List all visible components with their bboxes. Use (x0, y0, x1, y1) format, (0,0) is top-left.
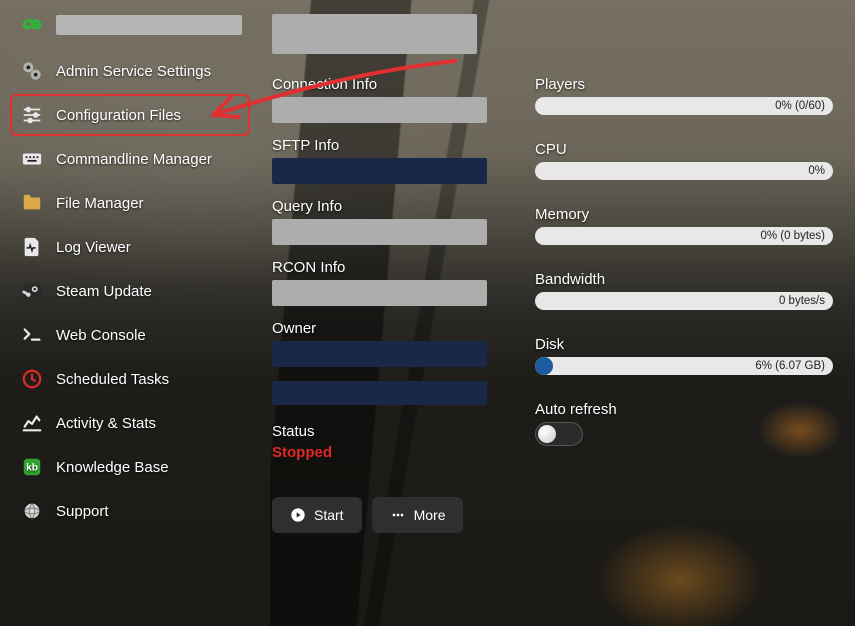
status-value: Stopped (272, 444, 487, 461)
sliders-icon (18, 104, 46, 126)
dots-icon (390, 507, 406, 523)
memory-progress-text: 0% (0 bytes) (760, 230, 825, 242)
players-progress-text: 0% (0/60) (775, 100, 825, 112)
sidebar-item-scheduled-tasks[interactable]: Scheduled Tasks (10, 358, 250, 400)
sidebar: Admin Service Settings Configuration Fil… (0, 0, 250, 626)
more-button[interactable]: More (372, 497, 464, 533)
sidebar-item-label: Web Console (56, 327, 146, 344)
disk-progress: 6% (6.07 GB) (535, 357, 833, 375)
disk-progress-text: 6% (6.07 GB) (755, 360, 825, 372)
redacted-query-value (272, 219, 487, 245)
bandwidth-label: Bandwidth (535, 271, 833, 288)
auto-refresh-label: Auto refresh (535, 401, 833, 418)
sidebar-item-label: Support (56, 503, 109, 520)
terminal-icon (18, 324, 46, 346)
rcon-info-label: RCON Info (272, 259, 487, 276)
bandwidth-progress: 0 bytes/s (535, 292, 833, 310)
sidebar-item-admin-service-settings[interactable]: Admin Service Settings (10, 50, 250, 92)
sidebar-item-log-viewer[interactable]: Log Viewer (10, 226, 250, 268)
memory-progress: 0% (0 bytes) (535, 227, 833, 245)
steam-icon (18, 280, 46, 302)
sidebar-item-label: Scheduled Tasks (56, 371, 169, 388)
chart-icon (18, 412, 46, 434)
sidebar-item-commandline-manager[interactable]: Commandline Manager (10, 138, 250, 180)
sidebar-item-support[interactable]: Support (10, 490, 250, 532)
disk-label: Disk (535, 336, 833, 353)
start-button-label: Start (314, 507, 344, 523)
sidebar-item-steam-update[interactable]: Steam Update (10, 270, 250, 312)
gear-icon (18, 60, 46, 82)
redacted-server-title (272, 14, 477, 54)
players-label: Players (535, 76, 833, 93)
sidebar-item-knowledge-base[interactable]: kb Knowledge Base (10, 446, 250, 488)
redacted-sftp-value (272, 158, 487, 184)
sidebar-item-label: Commandline Manager (56, 151, 212, 168)
folder-icon (18, 192, 46, 214)
redacted-extra-value (272, 381, 487, 405)
sidebar-item-label: Activity & Stats (56, 415, 156, 432)
sidebar-item-configuration-files[interactable]: Configuration Files (10, 94, 250, 136)
sidebar-item-label: Configuration Files (56, 107, 181, 124)
connection-info-label: Connection Info (272, 76, 487, 93)
play-icon (290, 507, 306, 523)
kb-icon: kb (18, 456, 46, 478)
sidebar-item-label: Knowledge Base (56, 459, 169, 476)
redacted-server-name (56, 15, 242, 35)
svg-text:kb: kb (26, 463, 38, 474)
auto-refresh-toggle[interactable] (535, 422, 583, 446)
clock-icon (18, 368, 46, 390)
query-info-label: Query Info (272, 198, 487, 215)
owner-label: Owner (272, 320, 487, 337)
cpu-progress-text: 0% (808, 165, 825, 177)
cpu-label: CPU (535, 141, 833, 158)
status-label: Status (272, 423, 487, 440)
sidebar-item-file-manager[interactable]: File Manager (10, 182, 250, 224)
sidebar-item-label: Admin Service Settings (56, 63, 211, 80)
bandwidth-progress-text: 0 bytes/s (779, 295, 825, 307)
memory-label: Memory (535, 206, 833, 223)
file-pulse-icon (18, 236, 46, 258)
players-progress: 0% (0/60) (535, 97, 833, 115)
game-controller-icon (18, 14, 46, 36)
redacted-connection-value (272, 97, 487, 123)
sidebar-item-label: Log Viewer (56, 239, 131, 256)
sidebar-item-web-console[interactable]: Web Console (10, 314, 250, 356)
sidebar-header (10, 10, 250, 50)
cpu-progress: 0% (535, 162, 833, 180)
redacted-owner-value (272, 341, 487, 367)
sidebar-item-label: File Manager (56, 195, 144, 212)
redacted-rcon-value (272, 280, 487, 306)
sftp-info-label: SFTP Info (272, 137, 487, 154)
more-button-label: More (414, 507, 446, 523)
start-button[interactable]: Start (272, 497, 362, 533)
main-panel: Connection Info SFTP Info Query Info RCO… (250, 0, 855, 626)
globe-icon (18, 500, 46, 522)
keyboard-icon (18, 148, 46, 170)
sidebar-item-activity-stats[interactable]: Activity & Stats (10, 402, 250, 444)
sidebar-item-label: Steam Update (56, 283, 152, 300)
